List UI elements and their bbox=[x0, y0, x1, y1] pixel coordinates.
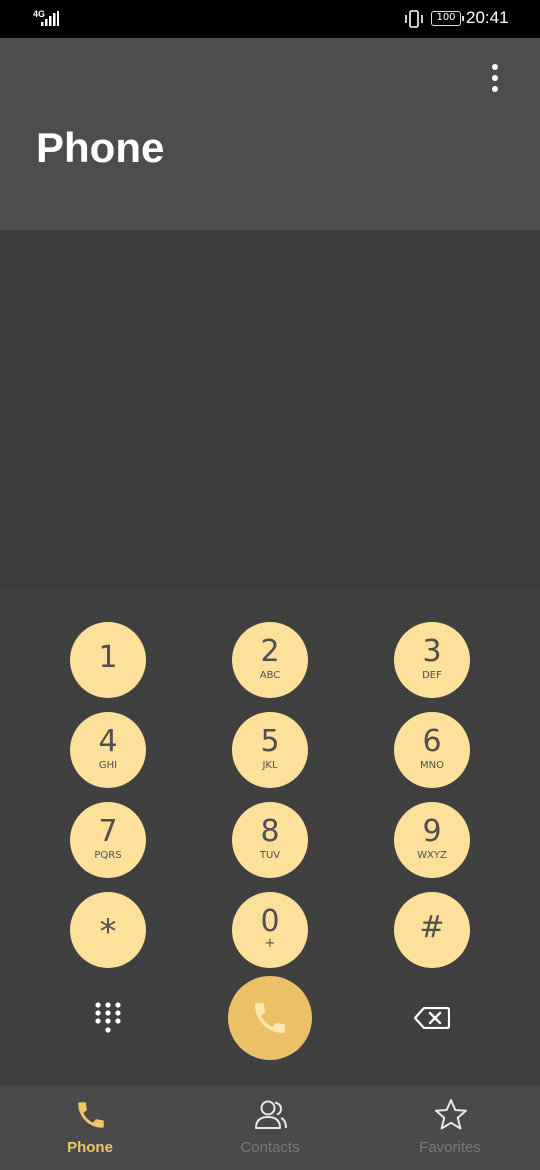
more-options-icon[interactable] bbox=[480, 64, 510, 98]
star-icon bbox=[435, 1099, 467, 1130]
key-letters: ABC bbox=[259, 670, 281, 681]
key-digit: # bbox=[419, 910, 445, 945]
call-button[interactable] bbox=[228, 976, 312, 1060]
phone-icon bbox=[78, 1102, 104, 1128]
key-digit: 2 bbox=[260, 634, 280, 669]
vibrate-icon bbox=[405, 10, 423, 28]
number-display-area bbox=[0, 230, 540, 590]
key-hash[interactable]: # bbox=[394, 892, 470, 968]
bottom-navigation: Phone Contacts Favorites bbox=[0, 1086, 540, 1170]
tab-label: Phone bbox=[67, 1139, 113, 1156]
app-header: Phone bbox=[0, 38, 540, 230]
key-digit: 6 bbox=[422, 724, 442, 759]
key-letters: + bbox=[264, 936, 276, 951]
tab-favorites[interactable]: Favorites bbox=[360, 1086, 540, 1170]
phone-icon bbox=[255, 1003, 285, 1033]
key-digit: * bbox=[99, 912, 117, 952]
key-digit: 4 bbox=[98, 724, 118, 759]
key-2[interactable]: 2 ABC bbox=[232, 622, 308, 698]
key-digit: 0 bbox=[260, 904, 280, 939]
key-letters: WXYZ bbox=[417, 850, 447, 861]
key-digit: 9 bbox=[422, 814, 442, 849]
key-3[interactable]: 3 DEF bbox=[394, 622, 470, 698]
key-letters: PQRS bbox=[94, 850, 122, 861]
status-bar: 4G 100 20:41 bbox=[0, 0, 540, 38]
key-digit: 1 bbox=[98, 640, 118, 675]
key-digit: 8 bbox=[260, 814, 280, 849]
key-digit: 7 bbox=[98, 814, 118, 849]
key-0[interactable]: 0 + bbox=[232, 892, 308, 968]
key-letters: JKL bbox=[262, 760, 278, 771]
key-digit: 3 bbox=[422, 634, 442, 669]
tab-label: Favorites bbox=[419, 1139, 481, 1156]
key-9[interactable]: 9 WXYZ bbox=[394, 802, 470, 878]
backspace-icon[interactable] bbox=[414, 1007, 450, 1029]
tab-phone[interactable]: Phone bbox=[0, 1086, 180, 1170]
contacts-icon bbox=[255, 1100, 287, 1129]
key-letters: MNO bbox=[420, 760, 444, 771]
signal-icon bbox=[41, 11, 59, 26]
dialpad-toggle-icon[interactable] bbox=[94, 1001, 122, 1035]
key-7[interactable]: 7 PQRS bbox=[70, 802, 146, 878]
page-title: Phone bbox=[36, 124, 165, 171]
key-letters: DEF bbox=[422, 670, 442, 681]
key-star[interactable]: * bbox=[70, 892, 146, 968]
status-time: 20:41 bbox=[466, 8, 509, 27]
key-8[interactable]: 8 TUV bbox=[232, 802, 308, 878]
key-5[interactable]: 5 JKL bbox=[232, 712, 308, 788]
tab-contacts[interactable]: Contacts bbox=[180, 1086, 360, 1170]
key-6[interactable]: 6 MNO bbox=[394, 712, 470, 788]
key-4[interactable]: 4 GHI bbox=[70, 712, 146, 788]
tab-label: Contacts bbox=[240, 1139, 300, 1156]
battery-icon: 100 bbox=[431, 11, 464, 26]
key-letters: TUV bbox=[259, 850, 281, 861]
key-1[interactable]: 1 bbox=[70, 622, 146, 698]
key-letters: GHI bbox=[98, 760, 118, 771]
key-digit: 5 bbox=[260, 724, 280, 759]
